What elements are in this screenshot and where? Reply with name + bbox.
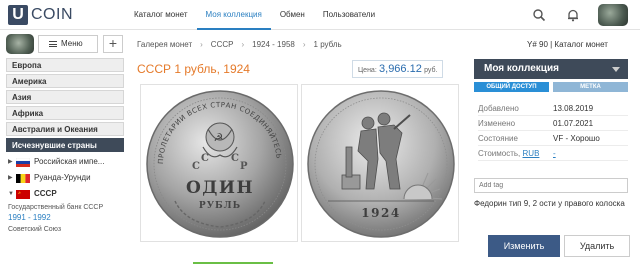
sidebar-avatar[interactable] <box>6 34 34 54</box>
country-ruanda-urundi[interactable]: ▶ Руанда-Урунди <box>6 170 124 186</box>
price-currency: руб. <box>424 67 438 74</box>
nav-exchange[interactable]: Обмен <box>271 0 314 30</box>
main-nav: Каталог монет Моя коллекция Обмен Пользо… <box>125 0 384 30</box>
region-asia[interactable]: Азия <box>6 90 124 104</box>
country-russian-empire[interactable]: ▶ Российская импе... <box>6 154 124 170</box>
cost-value-link[interactable]: - <box>553 146 556 160</box>
public-access-badge[interactable]: ОБЩИЙ ДОСТУП <box>474 82 549 92</box>
my-collection-dropdown[interactable]: Моя коллекция <box>474 59 628 79</box>
prop-label: Стоимость, RUB <box>478 146 553 160</box>
ussr-letter: С <box>192 161 200 172</box>
region-america[interactable]: Америка <box>6 74 124 88</box>
breadcrumb-period[interactable]: 1924 - 1958 <box>252 40 295 49</box>
badges-row: ОБЩИЙ ДОСТУП МЕТКА <box>474 82 628 92</box>
tag-badge[interactable]: МЕТКА <box>553 82 628 92</box>
breadcrumb-denomination[interactable]: 1 рубль <box>314 40 342 49</box>
panel-title: Моя коллекция <box>484 63 559 74</box>
menu-button-label: Меню <box>61 39 83 48</box>
issuer-soviet-union[interactable]: Советский Союз <box>6 226 124 233</box>
dropdown-caret-icon <box>612 67 620 72</box>
ussr-letter: С <box>231 153 239 164</box>
breadcrumb-country[interactable]: СССР <box>211 40 234 49</box>
user-avatar[interactable] <box>598 4 628 26</box>
delete-button[interactable]: Удалить <box>564 235 630 257</box>
price-box: Цена: 3,966.12 руб. <box>352 60 444 78</box>
belgium-flag-icon <box>16 174 30 183</box>
price-value: 3,966.12 <box>379 63 422 75</box>
coin-year: 1924 <box>361 206 400 220</box>
catalog-reference-link[interactable]: Y# 90 | Каталог монет <box>527 40 608 49</box>
region-europe[interactable]: Европа <box>6 58 124 72</box>
edit-button[interactable]: Изменить <box>488 235 560 257</box>
prop-value: 13.08.2019 <box>553 104 594 113</box>
add-coin-button[interactable]: + <box>103 35 123 53</box>
prop-cost: Стоимость, RUB - <box>478 146 628 161</box>
region-list: Европа Америка Азия Африка Австралия и О… <box>6 58 124 233</box>
price-label: Цена: <box>358 67 377 74</box>
issuer-name[interactable]: Государственный банк СССР <box>6 204 124 212</box>
search-icon[interactable] <box>532 8 546 22</box>
country-label: Российская импе... <box>34 157 105 166</box>
coin-reverse-image[interactable]: 1924 <box>301 84 459 242</box>
breadcrumb: Галерея монет › СССР › 1924 - 1958 › 1 р… <box>137 40 350 49</box>
nav-catalog[interactable]: Каталог монет <box>125 0 197 30</box>
ussr-letter: С <box>201 153 209 164</box>
ucoin-logo[interactable]: U COIN <box>8 5 73 25</box>
expand-arrow-icon[interactable]: ▶ <box>8 170 13 186</box>
nav-users[interactable]: Пользователи <box>314 0 384 30</box>
prop-label: Добавлено <box>478 104 519 113</box>
coin-obverse-drawing: ПРОЛЕТАРИИ ВСЕХ СТРАН СОЕДИНЯЙТЕСЬ ☭ С С… <box>146 90 294 238</box>
ussr-flag-icon: ☭ <box>16 190 30 199</box>
country-ussr[interactable]: ▼ ☭ СССР <box>6 186 124 202</box>
page-title: СССР 1 рубль, 1924 <box>137 62 250 76</box>
cost-label: Стоимость, <box>478 149 521 158</box>
prop-condition: Состояние VF - Хорошо <box>478 131 628 146</box>
collection-properties: Добавлено 13.08.2019 Изменено 01.07.2021… <box>478 101 628 161</box>
prop-added: Добавлено 13.08.2019 <box>478 101 628 116</box>
issuer-years[interactable]: 1991 - 1992 <box>6 213 124 222</box>
nav-my-collection[interactable]: Моя коллекция <box>196 0 271 30</box>
cost-currency-link[interactable]: RUB <box>523 149 540 158</box>
region-vanished-countries[interactable]: Исчезнувшие страны <box>6 138 124 152</box>
breadcrumb-gallery[interactable]: Галерея монет <box>137 40 192 49</box>
logo-mark: U <box>8 5 28 25</box>
region-africa[interactable]: Африка <box>6 106 124 120</box>
prop-value: VF - Хорошо <box>553 134 600 143</box>
logo-text: COIN <box>31 6 73 23</box>
collapse-arrow-icon[interactable]: ▼ <box>8 186 14 202</box>
bell-icon[interactable] <box>566 8 580 22</box>
breadcrumb-separator: › <box>241 40 245 49</box>
breadcrumb-separator: › <box>302 40 306 49</box>
prop-label: Изменено <box>478 119 516 128</box>
collection-note: Федорин тип 9, 2 ости у правого колоска <box>474 199 625 208</box>
breadcrumb-separator: › <box>200 40 203 49</box>
menu-button[interactable]: Меню <box>38 35 98 53</box>
russian-empire-flag-icon <box>16 158 30 167</box>
expand-arrow-icon[interactable]: ▶ <box>8 154 13 170</box>
region-australia-oceania[interactable]: Австралия и Океания <box>6 122 124 136</box>
hamburger-icon <box>49 41 57 47</box>
coin-denomination: ОДИН <box>186 178 254 198</box>
top-navigation-bar: U COIN Каталог монет Моя коллекция Обмен… <box>0 0 640 30</box>
country-label: Руанда-Урунди <box>34 173 91 182</box>
prop-label: Состояние <box>478 134 518 143</box>
prop-value: 01.07.2021 <box>553 119 594 128</box>
svg-text:☭: ☭ <box>18 191 21 195</box>
coin-obverse-image[interactable]: ПРОЛЕТАРИИ ВСЕХ СТРАН СОЕДИНЯЙТЕСЬ ☭ С С… <box>140 84 298 242</box>
prop-modified: Изменено 01.07.2021 <box>478 116 628 131</box>
country-label: СССР <box>34 189 57 198</box>
ussr-letter: Р <box>240 161 248 172</box>
add-tag-input[interactable] <box>474 178 628 193</box>
coin-reverse-drawing: 1924 <box>307 90 455 238</box>
coin-unit: РУБЛЬ <box>199 201 241 211</box>
svg-text:☭: ☭ <box>214 131 224 144</box>
